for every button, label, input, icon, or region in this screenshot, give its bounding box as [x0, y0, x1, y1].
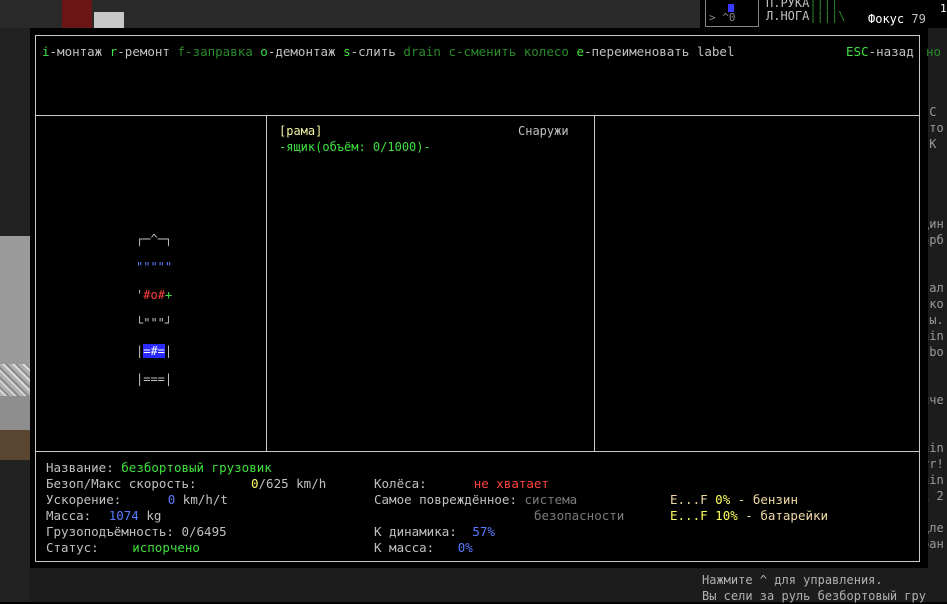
vehicle-map[interactable]: ┌─^─┐ """"" '#o#+ └"""┘ |=#=| |===| — [136, 218, 172, 400]
log-line-1: Нажмите ^ для управления. — [702, 573, 883, 587]
veh-row-cursor: |=#=| — [136, 344, 173, 358]
cmd-more-hint: но — [926, 44, 942, 59]
divider-left — [266, 115, 267, 451]
veh-cursor: =#= — [143, 344, 165, 358]
hud-minimap: > ^0 — [705, 0, 759, 27]
hud-corner-digit: 1 — [940, 2, 947, 15]
stat-wheels: Колёса: не хватает — [374, 476, 549, 491]
divider-top — [35, 115, 920, 116]
stat-most-damaged-2: безопасности — [534, 508, 625, 523]
world-rubble — [0, 364, 30, 396]
veh-row-frame: └"""┘ — [136, 316, 173, 330]
world-concrete-wall — [0, 236, 30, 364]
hud-left-leg-bar: ||||\ — [809, 9, 846, 23]
part-box-item[interactable]: -ящик(объём: 0/1000)- — [279, 140, 431, 154]
world-red-object — [62, 0, 92, 28]
hud-left-leg-label: Л.НОГА — [766, 9, 810, 23]
message-log: Нажмите ^ для управления. Вы сели за рул… — [702, 572, 947, 604]
command-bar: i-монтаж r-ремонт f-заправка o-демонтаж … — [42, 44, 941, 59]
world-white-object — [94, 12, 124, 28]
world-dirt — [0, 430, 30, 460]
cmd-label[interactable]: label — [697, 44, 735, 59]
hud-focus: Фокус 79 — [868, 12, 926, 26]
hud-limbs: П.РУКА|||| Л.НОГА||||\ — [766, 0, 845, 23]
fuel-gasoline: E...F 0% - бензин — [670, 492, 798, 507]
veh-row-engine: '#o#+ — [136, 288, 173, 302]
fuel-battery: E...F 10% - батарейки — [670, 508, 829, 523]
part-frame-header[interactable]: [рама] — [279, 124, 322, 138]
stat-most-damaged: Самое повреждённое: система — [374, 492, 578, 507]
stat-dynamics: К динамика: 57% — [374, 524, 495, 539]
cmd-drain[interactable]: drain — [403, 44, 441, 59]
cmd-refill[interactable]: f-заправка — [178, 44, 253, 59]
stat-k-mass: К масса: 0% — [374, 540, 473, 555]
veh-row-bed: |===| — [136, 372, 173, 386]
hud-mini-char: > — [709, 11, 716, 24]
stat-acceleration: Ускорение: 0 km/h/t — [46, 492, 228, 507]
divider-right — [594, 115, 595, 451]
cmd-repair[interactable]: r-ремонт — [110, 44, 170, 59]
cmd-install[interactable]: i-монтаж — [42, 44, 102, 59]
stat-mass: Масса: 1074 kg — [46, 508, 162, 523]
cmd-remove[interactable]: o-демонтаж — [260, 44, 335, 59]
hud-focus-value: 79 — [911, 12, 926, 26]
veh-row-seats: """"" — [136, 260, 173, 274]
cmd-rename[interactable]: e-переименовать — [576, 44, 689, 59]
veh-row-cab-top: ┌─^─┐ — [136, 232, 173, 246]
cmd-siphon[interactable]: s-слить — [343, 44, 396, 59]
hud-focus-label: Фокус — [868, 12, 905, 26]
cmd-esc-back[interactable]: ESC-назад — [846, 44, 914, 59]
hud-mini-text: ^0 — [722, 11, 736, 24]
stat-speed: Безоп/Макс скорость: 0/625 km/h — [46, 476, 327, 491]
divider-bottom — [35, 451, 920, 452]
stat-name: Название: безбортовый грузовик — [46, 460, 272, 475]
part-location: Снаружи — [518, 124, 569, 138]
world-concrete-wall-2 — [0, 396, 30, 430]
cmd-change-wheel[interactable]: c-сменить колесо — [448, 44, 568, 59]
stat-cargo: Грузоподъёмность: 0/6495 — [46, 524, 227, 539]
stat-status: Статус: испорчено — [46, 540, 200, 555]
